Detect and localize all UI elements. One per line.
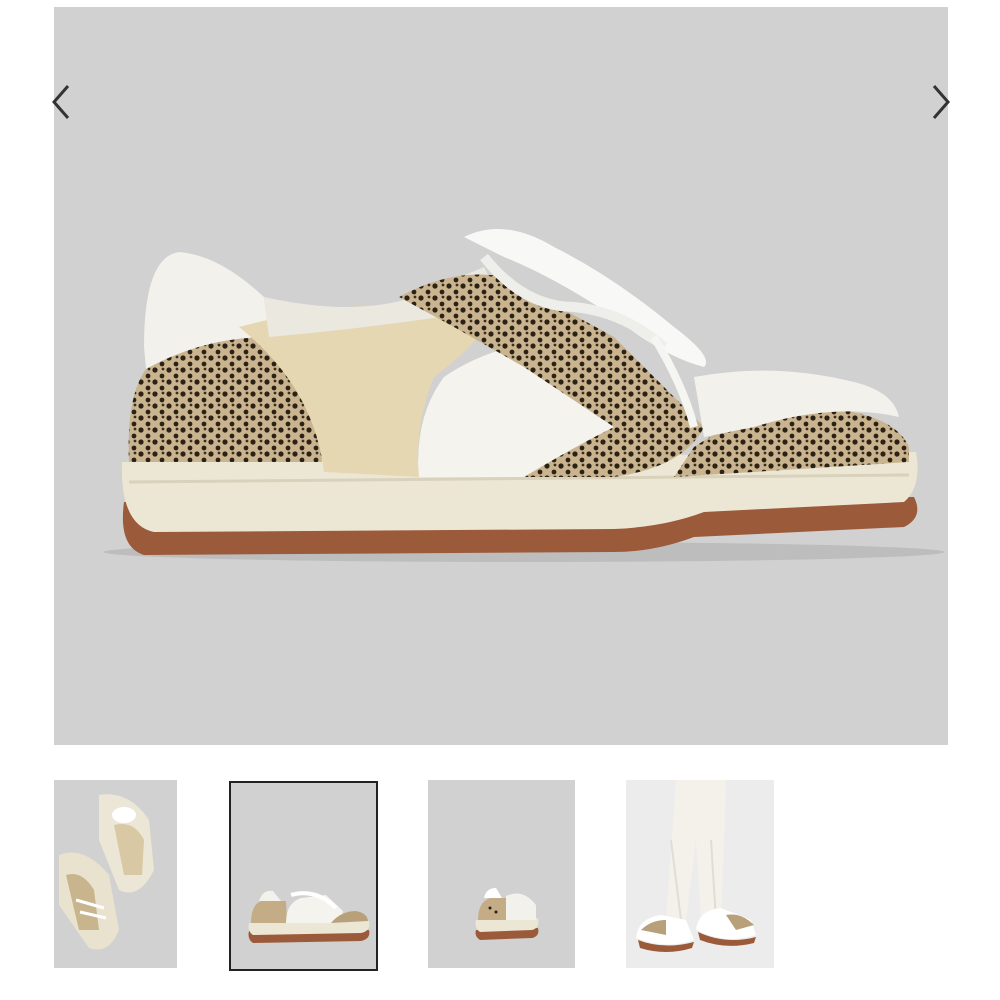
thumbnail-pair-top-view[interactable] [54,780,177,968]
next-image-button[interactable] [926,80,956,150]
sneaker-side-image [248,890,370,943]
thumbnail-side-view-selected[interactable] [229,781,378,971]
main-product-image [54,7,948,745]
thumbnail-worn-model-view[interactable] [626,780,774,968]
thumbnail-back-view[interactable] [428,780,575,968]
sneaker-pair-image [59,794,154,950]
sneaker-illustration [104,229,944,562]
model-wearing-sneakers-image [636,780,756,952]
chevron-right-icon [932,85,950,119]
sneaker-back-image [475,888,539,940]
chevron-left-icon [52,85,70,119]
previous-image-button[interactable] [44,80,74,150]
